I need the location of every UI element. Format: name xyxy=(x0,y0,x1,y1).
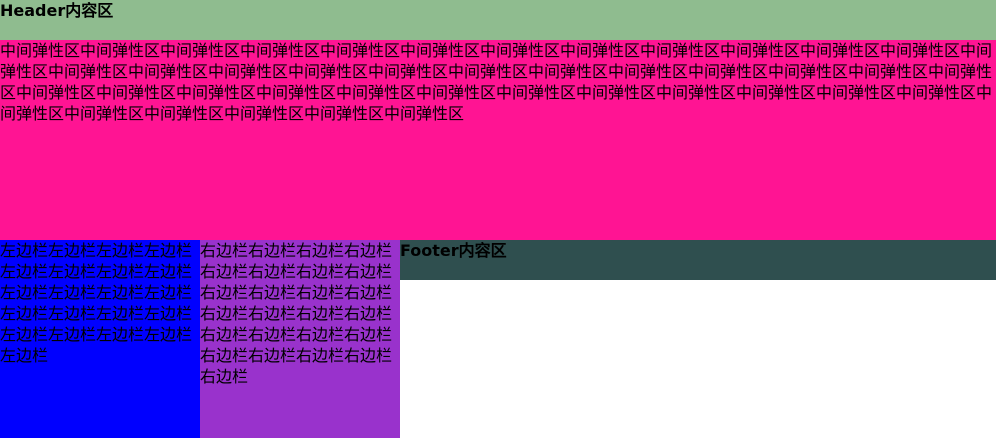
header-text: Header内容区 xyxy=(0,1,114,20)
header-region: Header内容区 xyxy=(0,0,996,40)
left-sidebar: 左边栏左边栏左边栏左边栏左边栏左边栏左边栏左边栏左边栏左边栏左边栏左边栏左边栏左… xyxy=(0,240,200,438)
footer-region: Footer内容区 xyxy=(400,240,996,280)
main-text: 中间弹性区中间弹性区中间弹性区中间弹性区中间弹性区中间弹性区中间弹性区中间弹性区… xyxy=(0,41,993,123)
footer-text: Footer内容区 xyxy=(400,241,507,260)
right-sidebar-text: 右边栏右边栏右边栏右边栏右边栏右边栏右边栏右边栏右边栏右边栏右边栏右边栏右边栏右… xyxy=(200,241,393,386)
main-flex-region: 中间弹性区中间弹性区中间弹性区中间弹性区中间弹性区中间弹性区中间弹性区中间弹性区… xyxy=(0,40,996,240)
left-sidebar-text: 左边栏左边栏左边栏左边栏左边栏左边栏左边栏左边栏左边栏左边栏左边栏左边栏左边栏左… xyxy=(0,241,193,365)
right-sidebar: 右边栏右边栏右边栏右边栏右边栏右边栏右边栏右边栏右边栏右边栏右边栏右边栏右边栏右… xyxy=(200,240,400,438)
